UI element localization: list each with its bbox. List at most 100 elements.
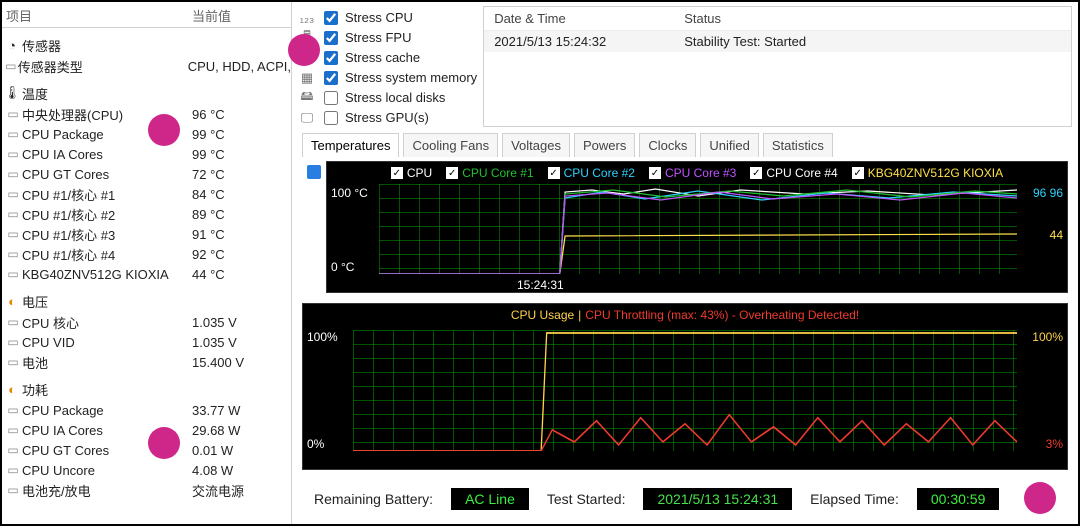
thermometer-icon: 🌡 [4,85,20,101]
chip-icon: ▭ [4,227,22,241]
chip-icon: ▭ [4,167,22,181]
chip-icon: ▭ [4,463,22,477]
stress-checkbox[interactable] [324,91,338,105]
sensor-row[interactable]: ▭CPU Uncore4.08 W [2,460,291,480]
tab-temperatures[interactable]: Temperatures [302,133,399,157]
legend-item[interactable]: ✓CPU [391,166,432,180]
status-bar: Remaining Battery: AC Line Test Started:… [302,480,1068,518]
sensor-row[interactable]: ▭CPU IA Cores99 °C [2,144,291,164]
graph-tabs: TemperaturesCooling FansVoltagesPowersCl… [292,133,1078,157]
sensor-row[interactable]: ▭KBG40ZNV512G KIOXIA44 °C [2,264,291,284]
col-header-item: 项目 [2,6,192,25]
sensor-row[interactable]: ▭CPU VID1.035 V [2,332,291,352]
legend-checkbox[interactable]: ✓ [548,167,560,179]
chip-icon: ▭ [4,423,22,437]
category-power[interactable]: ◐ 功耗 [2,378,291,400]
chip-icon: ▭ [4,267,22,281]
legend-checkbox[interactable]: ✓ [852,167,864,179]
sensor-tree-pane: 项目 当前值 ◔ 传感器 ▭ 传感器类型 CPU, HDD, ACPI, 🌡 温… [2,2,292,524]
chip-icon: ▭ [4,207,22,221]
sensor-row[interactable]: ▭CPU #1/核心 #184 °C [2,184,291,204]
sensor-row[interactable]: ▭CPU #1/核心 #492 °C [2,244,291,264]
sensor-row[interactable]: ▭中央处理器(CPU)96 °C [2,104,291,124]
sensor-type-row[interactable]: ▭ 传感器类型 CPU, HDD, ACPI, [2,56,291,76]
log-table: Date & Time Status 2021/5/13 15:24:32 St… [483,6,1072,127]
power-icon: ◐ [4,381,20,397]
col-header-value: 当前值 [192,6,291,25]
sensor-row[interactable]: ▭CPU #1/核心 #391 °C [2,224,291,244]
chip-icon: ▭ [4,107,22,121]
legend-checkbox[interactable]: ✓ [446,167,458,179]
stress-label: Stress cache [345,50,420,65]
test-started-value: 2021/5/13 15:24:31 [643,488,792,510]
sensor-row[interactable]: ▭CPU GT Cores72 °C [2,164,291,184]
tab-unified[interactable]: Unified [700,133,758,157]
stress-option[interactable]: ▦Stress system memory [298,68,477,87]
battery-value: AC Line [451,488,529,510]
sensor-row[interactable]: ▭CPU 核心1.035 V [2,312,291,332]
stress-label: Stress CPU [345,10,413,25]
stress-type-icon: ▦ [298,70,316,86]
legend-item[interactable]: ✓CPU Core #4 [750,166,837,180]
chip-icon: ▭ [4,355,22,369]
test-started-label: Test Started: [547,491,626,507]
cpu-usage-graph[interactable]: CPU Usage|CPU Throttling (max: 43%) - Ov… [302,303,1068,470]
stress-option[interactable]: 🖴Stress local disks [298,88,477,107]
elapsed-label: Elapsed Time: [810,491,899,507]
chip-icon: ▭ [4,403,22,417]
legend-item[interactable]: ✓CPU Core #1 [446,166,533,180]
sensor-row[interactable]: ▭CPU Package33.77 W [2,400,291,420]
graph-scroll[interactable] [302,161,326,293]
log-col-datetime: Date & Time [494,11,684,26]
annotation-dot [288,34,320,66]
sensor-row[interactable]: ▭CPU GT Cores0.01 W [2,440,291,460]
sensor-row[interactable]: ▭CPU Package99 °C [2,124,291,144]
legend-item[interactable]: ✓KBG40ZNV512G KIOXIA [852,166,1003,180]
stress-checkbox[interactable] [324,71,338,85]
chip-icon: ▭ [4,315,22,329]
stress-option[interactable]: 🖩Stress FPU [298,28,477,47]
category-temperature[interactable]: 🌡 温度 [2,82,291,104]
stress-option[interactable]: ▦Stress cache [298,48,477,67]
stress-options: ₁₂₃Stress CPU🖩Stress FPU▦Stress cache▦St… [298,6,477,127]
category-voltage[interactable]: ◐ 电压 [2,290,291,312]
sensor-row[interactable]: ▭电池充/放电交流电源 [2,480,291,500]
stress-checkbox[interactable] [324,11,338,25]
chip-icon: ▭ [4,147,22,161]
stress-option[interactable]: ₁₂₃Stress CPU [298,8,477,27]
chip-icon: ▭ [4,247,22,261]
chip-icon: ▭ [4,59,18,73]
tab-powers[interactable]: Powers [574,133,635,157]
voltage-icon: ◐ [4,293,20,309]
stress-label: Stress FPU [345,30,411,45]
sensor-row[interactable]: ▭CPU #1/核心 #289 °C [2,204,291,224]
tab-voltages[interactable]: Voltages [502,133,570,157]
legend-checkbox[interactable]: ✓ [750,167,762,179]
tab-clocks[interactable]: Clocks [639,133,696,157]
annotation-dot [148,114,180,146]
stress-checkbox[interactable] [324,111,338,125]
legend-item[interactable]: ✓CPU Core #2 [548,166,635,180]
category-sensors[interactable]: ◔ 传感器 [2,34,291,56]
stress-label: Stress local disks [345,90,445,105]
stress-option[interactable]: 🖵 Stress GPU(s) [298,108,477,127]
chip-icon: ▭ [4,187,22,201]
log-col-status: Status [684,11,1061,26]
legend-item[interactable]: ✓CPU Core #3 [649,166,736,180]
legend-checkbox[interactable]: ✓ [649,167,661,179]
chip-icon: ▭ [4,483,22,497]
annotation-dot [1024,482,1056,514]
sensor-row[interactable]: ▭电池15.400 V [2,352,291,372]
temperature-graph[interactable]: ✓CPU ✓CPU Core #1 ✓CPU Core #2 ✓CPU Core #3… [326,161,1068,293]
tab-cooling-fans[interactable]: Cooling Fans [403,133,498,157]
elapsed-value: 00:30:59 [917,488,1000,510]
stress-checkbox[interactable] [324,51,338,65]
log-row[interactable]: 2021/5/13 15:24:32 Stability Test: Start… [484,31,1071,52]
stress-checkbox[interactable] [324,31,338,45]
sensor-row[interactable]: ▭CPU IA Cores29.68 W [2,420,291,440]
legend-checkbox[interactable]: ✓ [391,167,403,179]
chip-icon: ▭ [4,127,22,141]
stress-type-icon: 🖵 [298,110,316,126]
tab-statistics[interactable]: Statistics [763,133,833,157]
stress-label: Stress GPU(s) [345,110,429,125]
